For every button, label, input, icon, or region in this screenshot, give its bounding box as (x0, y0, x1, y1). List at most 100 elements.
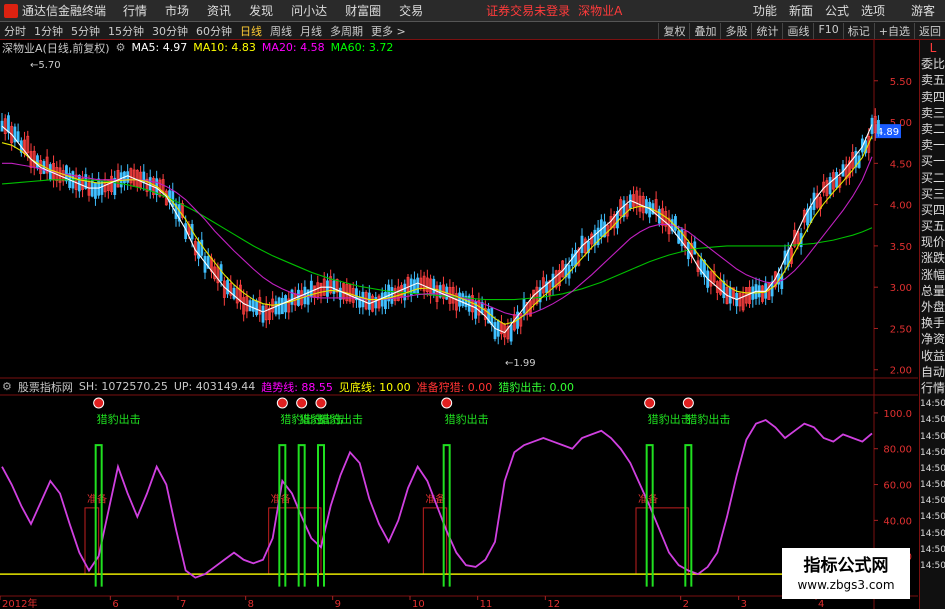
candle-body (877, 119, 880, 134)
sidebar-item[interactable]: 卖二 (920, 121, 945, 137)
sidebar-item[interactable]: 买五 (920, 218, 945, 234)
candle-body (284, 295, 287, 313)
sidebar-item[interactable]: 买三 (920, 186, 945, 202)
candle-body (551, 273, 555, 288)
candle-body (126, 171, 130, 183)
candle-body (97, 178, 101, 196)
sidebar-item[interactable]: 卖三 (920, 105, 945, 121)
btn-back[interactable]: 返回 (914, 22, 945, 39)
chart-area[interactable]: 5.505.004.504.003.503.002.502.004.89←5.7… (0, 0, 918, 609)
sidebar-item[interactable]: 外盘 (920, 299, 945, 315)
candle-body (413, 279, 416, 294)
time-axis-label: 6 (112, 599, 118, 609)
low-price-label: ←1.99 (505, 358, 536, 369)
sidebar-item[interactable]: 14:50 (920, 509, 945, 525)
candle-body (226, 280, 229, 295)
candle-body (297, 289, 300, 306)
sidebar-item[interactable]: 委比 (920, 56, 945, 72)
candle-body (277, 297, 281, 315)
watermark-title: 指标公式网 (803, 556, 889, 576)
quote-sidebar: L 委比 卖五 卖四 卖三 卖二 卖一 买一 买二 买三 买四 买五 现价 涨跌 涨幅 总量 外盘 换手 净资 收益自… (919, 40, 945, 609)
candle-body (280, 297, 284, 315)
time-axis-label: 3 (741, 599, 747, 609)
time-axis-label: 11 (480, 599, 493, 609)
candle-body (219, 264, 223, 281)
sidebar-item[interactable]: 买四 (920, 202, 945, 218)
signal-dot-icon (315, 397, 327, 409)
candle-body (16, 131, 20, 143)
candle-body (509, 324, 513, 342)
candle-body (416, 277, 420, 294)
candle-body (522, 298, 526, 314)
sidebar-item[interactable]: 换手 (920, 315, 945, 331)
hunt-signal-label: 猎豹出击 (648, 412, 692, 426)
candle-body (390, 287, 394, 304)
sidebar-item[interactable]: 14:50 (920, 542, 945, 558)
candle-body (599, 219, 603, 237)
candle-body (261, 305, 265, 323)
sidebar-item[interactable]: 14:50 (920, 429, 945, 445)
time-axis-label: 12 (547, 599, 560, 609)
sidebar-item[interactable]: 14:50 (920, 461, 945, 477)
current-price-label: 4.89 (877, 127, 899, 138)
candle-body (326, 280, 329, 297)
sub-axis-label: 40.00 (883, 516, 912, 527)
price-axis-label: 3.00 (890, 283, 912, 294)
sidebar-item[interactable]: 14:50 (920, 412, 945, 428)
sidebar-item[interactable]: 自动 (920, 364, 945, 380)
candle-body (171, 190, 175, 207)
sidebar-item[interactable]: 14:50 (920, 558, 945, 574)
site-watermark: 指标公式网 www.zbgs3.com (782, 548, 910, 599)
signal-dot-icon (296, 397, 308, 409)
sidebar-item[interactable]: 现价 (920, 234, 945, 250)
sidebar-item[interactable]: 行情 (920, 380, 945, 396)
candle-body (384, 291, 387, 310)
sub-axis-label: 100.0 (883, 409, 912, 420)
candle-body (403, 283, 407, 301)
time-axis-label: 8 (248, 599, 254, 609)
sidebar-item[interactable]: 买二 (920, 170, 945, 186)
time-axis-label: 2012年 (2, 597, 37, 609)
candle-body (367, 292, 371, 310)
candle-body (100, 181, 104, 195)
sub-axis-label: 60.00 (883, 481, 912, 492)
candle-body (674, 216, 677, 231)
candle-body (580, 235, 584, 254)
sidebar-item[interactable]: 14:50 (920, 445, 945, 461)
candle-body (203, 255, 207, 273)
prep-label: 准备 (87, 492, 107, 505)
sidebar-item[interactable]: 净资 (920, 331, 945, 347)
sidebar-item[interactable]: 14:50 (920, 396, 945, 412)
sidebar-item[interactable]: 买一 (920, 153, 945, 169)
hunt-signal-label: 猎豹出击 (97, 412, 141, 426)
sidebar-item[interactable]: 收益 (920, 348, 945, 364)
candle-body (251, 299, 255, 312)
candle-body (232, 287, 236, 299)
candle-body (94, 182, 97, 199)
sidebar-item[interactable]: 14:50 (920, 477, 945, 493)
sub-axis-label: 80.00 (883, 445, 912, 456)
candle-body (200, 239, 204, 256)
sidebar-item[interactable]: 涨幅 (920, 267, 945, 283)
sidebar-item[interactable]: 卖一 (920, 137, 945, 153)
candle-body (728, 287, 732, 304)
candle-body (332, 280, 336, 294)
sidebar-item[interactable]: 卖五 (920, 72, 945, 88)
sidebar-item[interactable]: 14:50 (920, 493, 945, 509)
price-axis-label: 5.50 (890, 77, 912, 88)
sidebar-item[interactable]: 涨跌 (920, 250, 945, 266)
hunt-signal-bar (278, 444, 287, 587)
high-price-label: ←5.70 (30, 60, 61, 71)
sidebar-item[interactable]: 卖四 (920, 89, 945, 105)
watermark-url: www.zbgs3.com (797, 578, 895, 592)
candle-body (493, 322, 497, 340)
price-axis-label: 4.50 (890, 159, 912, 170)
hunt-signal-label: 猎豹出击 (445, 412, 489, 426)
sidebar-item[interactable]: L (920, 40, 945, 56)
sidebar-item[interactable]: 总量 (920, 283, 945, 299)
hunt-signal-label: 猎豹出击 (319, 412, 363, 426)
candle-body (835, 172, 838, 188)
sidebar-item[interactable]: 14:50 (920, 526, 945, 542)
hunt-signal-bar (645, 444, 654, 587)
candle-body (458, 292, 461, 307)
